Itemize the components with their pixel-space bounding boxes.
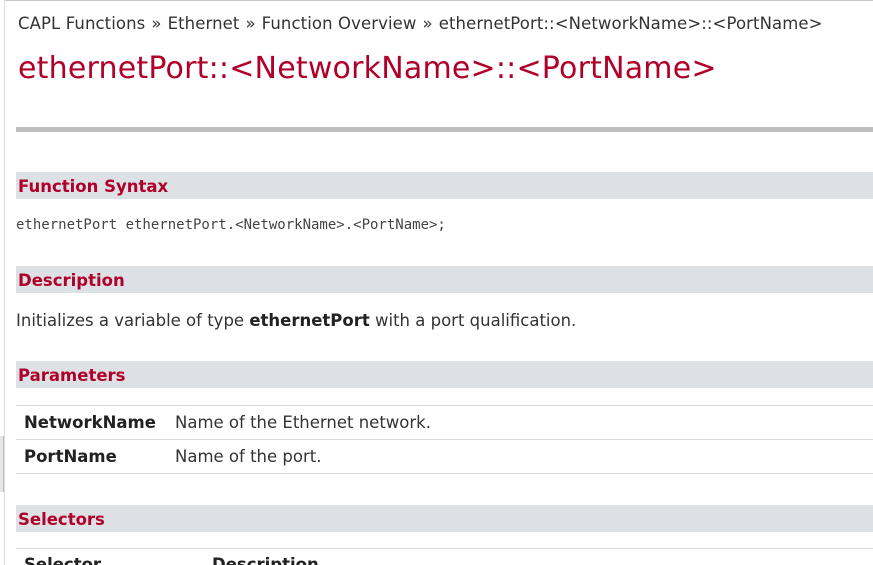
description-suffix: with a port qualification.	[369, 311, 577, 330]
breadcrumb-separator: »	[151, 14, 162, 33]
description-type-name: ethernetPort	[249, 311, 370, 330]
section-header-selectors: Selectors	[16, 505, 873, 532]
breadcrumb-item-function-overview[interactable]: Function Overview	[262, 14, 417, 33]
section-header-parameters: Parameters	[16, 361, 873, 388]
page-title: ethernetPort::<NetworkName>::<PortName>	[18, 51, 717, 86]
splitter-handle[interactable]	[0, 436, 4, 492]
description-text: Initializes a variable of type ethernetP…	[16, 311, 576, 330]
table-row: NetworkName Name of the Ethernet network…	[16, 405, 873, 440]
selectors-column-description: Description	[212, 555, 319, 565]
breadcrumb-item-capl-functions[interactable]: CAPL Functions	[18, 14, 145, 33]
parameters-table: NetworkName Name of the Ethernet network…	[16, 405, 873, 474]
table-row: PortName Name of the port.	[16, 439, 873, 474]
selectors-column-selector: Selector	[24, 555, 102, 565]
title-divider	[16, 127, 873, 132]
breadcrumb-separator: »	[245, 14, 256, 33]
help-page: CAPL Functions » Ethernet » Function Overvie…	[0, 0, 873, 565]
param-description: Name of the port.	[166, 439, 873, 474]
param-description: Name of the Ethernet network.	[166, 405, 873, 440]
frame-border-left	[4, 0, 5, 565]
section-header-function-syntax: Function Syntax	[16, 172, 873, 199]
breadcrumb-item-ethernet[interactable]: Ethernet	[168, 14, 240, 33]
syntax-code: ethernetPort ethernetPort.<NetworkName>.…	[16, 217, 446, 233]
frame-border-top	[4, 0, 873, 7]
breadcrumb-item-current: ethernetPort::<NetworkName>::<PortName>	[438, 14, 823, 33]
param-name: PortName	[16, 439, 166, 474]
param-name: NetworkName	[16, 405, 166, 440]
selectors-table-top-rule	[16, 548, 873, 549]
breadcrumb: CAPL Functions » Ethernet » Function Overvie…	[18, 14, 823, 33]
section-header-description: Description	[16, 266, 873, 293]
breadcrumb-separator: »	[422, 14, 433, 33]
description-prefix: Initializes a variable of type	[16, 311, 250, 330]
